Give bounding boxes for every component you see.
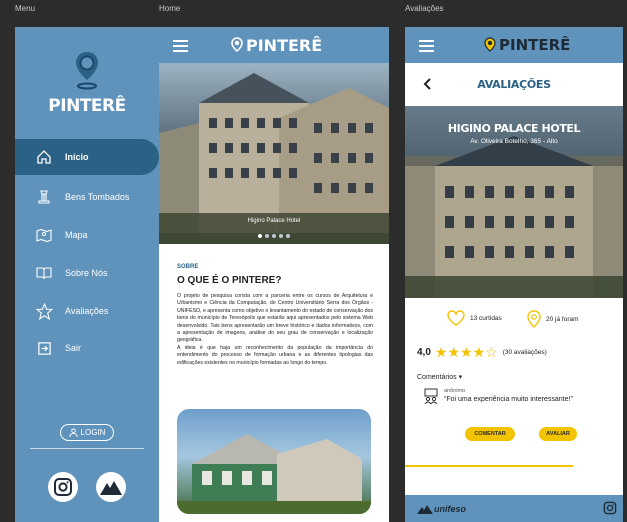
menu-item-label: Bens Tombados: [65, 192, 130, 202]
rate-button[interactable]: AVALIAR: [539, 427, 577, 441]
likes-count: 13 curtidas: [470, 314, 502, 322]
about-paragraph: O projeto de pesquisa consta com a parce…: [177, 293, 373, 344]
divider: [405, 465, 573, 467]
likes-stat[interactable]: 13 curtidas: [447, 310, 502, 326]
monument-icon: [34, 187, 54, 207]
brand-name: PINTERÊ: [246, 36, 323, 55]
login-label: LOGIN: [80, 428, 106, 437]
star-filled-icon[interactable]: ★: [435, 344, 448, 360]
mountain-logo-icon: [417, 505, 433, 514]
hotel-photo: HIGINO PALACE HOTEL Av. Oliveira Botelho…: [405, 106, 623, 298]
about-paragraph: A ideia é que haja um reconhecimento da …: [177, 344, 373, 366]
login-button[interactable]: LOGIN: [60, 424, 114, 441]
section-heading: O QUE É O PINTERE?: [177, 275, 282, 286]
heart-icon: [447, 310, 465, 326]
star-filled-icon[interactable]: ★: [447, 344, 460, 360]
pin-icon: [231, 37, 243, 53]
page-title: AVALIAÇÕES: [477, 78, 551, 91]
hotel-address: Av. Oliveira Botelho, 365 - Alto: [470, 138, 558, 145]
star-empty-icon[interactable]: ☆: [485, 344, 498, 360]
carousel-caption: Higino Palace Hotel: [247, 218, 301, 224]
carousel-dots[interactable]: [159, 234, 389, 238]
brand-name: PINTERÊ: [499, 36, 571, 54]
instagram-button[interactable]: [48, 472, 78, 502]
unifeso-button[interactable]: [96, 472, 126, 502]
frame-label-menu: Menu: [15, 4, 36, 13]
comment-button[interactable]: COMENTAR: [465, 427, 515, 441]
instagram-icon: [54, 478, 72, 496]
map-icon: [34, 225, 54, 245]
menu-screen: PINTERÊ Início Bens Tombados Mapa Sobre …: [15, 27, 159, 522]
pin-icon: [484, 36, 496, 52]
top-bar: PINTERÊ: [159, 27, 389, 63]
mountain-logo-icon: [100, 481, 122, 495]
unifeso-label: unifeso: [434, 504, 467, 514]
rating-count: (30 avaliações): [502, 348, 547, 356]
menu-item-sair[interactable]: Sair: [15, 330, 159, 366]
menu-item-label: Avaliações: [65, 306, 109, 316]
star-icon: [34, 301, 54, 321]
book-icon: [34, 263, 54, 283]
frame-label-avaliacoes: Avaliações: [405, 4, 444, 13]
home-screen: PINTERÊ Higino Palace Hotel SOBRE O QUE …: [159, 27, 389, 522]
hotel-name: HIGINO PALACE HOTEL: [447, 122, 581, 135]
pin-logo-icon: [15, 50, 159, 95]
hotel-image: [159, 73, 389, 244]
footer: unifeso: [405, 495, 623, 522]
section-label: SOBRE: [177, 264, 199, 270]
hotel-photo-carousel[interactable]: Higino Palace Hotel: [159, 63, 389, 244]
top-bar: PINTERÊ: [405, 27, 623, 63]
menu-item-label: Sair: [65, 343, 82, 353]
menu-item-sobre-nos[interactable]: Sobre Nós: [15, 255, 159, 291]
logout-icon: [34, 338, 54, 358]
comment-item: anônimo “Foi uma experiência muito inter…: [423, 388, 573, 404]
star-filled-icon[interactable]: ★: [473, 344, 486, 360]
about-text: O projeto de pesquisa consta com a parce…: [177, 293, 373, 367]
star-rating[interactable]: ★★★★☆: [435, 345, 498, 359]
menu-item-inicio[interactable]: Início: [15, 139, 159, 175]
comment-author: anônimo: [444, 388, 466, 394]
users-icon: [424, 388, 438, 404]
hamburger-menu-icon[interactable]: [419, 40, 434, 55]
comments-dropdown[interactable]: Comentários ▾: [417, 373, 462, 381]
brand-logo: PINTERÊ: [484, 36, 570, 54]
home-icon: [34, 147, 54, 167]
menu-item-label: Início: [65, 152, 89, 162]
menu-item-bens-tombados[interactable]: Bens Tombados: [15, 179, 159, 215]
menu-item-label: Mapa: [65, 230, 88, 240]
menu-item-mapa[interactable]: Mapa: [15, 217, 159, 253]
visited-stat[interactable]: 20 já foram: [527, 310, 579, 328]
menu-item-label: Sobre Nós: [65, 268, 108, 278]
avaliacoes-screen: PINTERÊ AVALIAÇÕES HIGINO PALACE HOTEL A…: [405, 27, 623, 522]
comment-text: “Foi uma experiência muito interessante!…: [444, 396, 573, 403]
star-filled-icon[interactable]: ★: [460, 344, 473, 360]
hamburger-menu-icon[interactable]: [173, 40, 188, 55]
visited-count: 20 já foram: [546, 315, 579, 323]
instagram-icon: [603, 501, 617, 515]
frame-label-home: Home: [159, 4, 181, 13]
rating-row: 4,0 ★★★★☆ (30 avaliações): [417, 345, 547, 359]
location-pin-icon: [527, 310, 541, 328]
unifeso-logo: unifeso: [417, 504, 466, 514]
instagram-button[interactable]: [603, 501, 617, 520]
brand-logo: PINTERÊ: [231, 36, 322, 55]
divider: [30, 448, 144, 449]
green-house-photo: [177, 409, 371, 514]
user-icon: [68, 428, 78, 437]
brand-name: PINTERÊ: [48, 96, 126, 116]
rating-value: 4,0: [417, 346, 431, 358]
menu-item-avaliacoes[interactable]: Avaliações: [15, 293, 159, 329]
